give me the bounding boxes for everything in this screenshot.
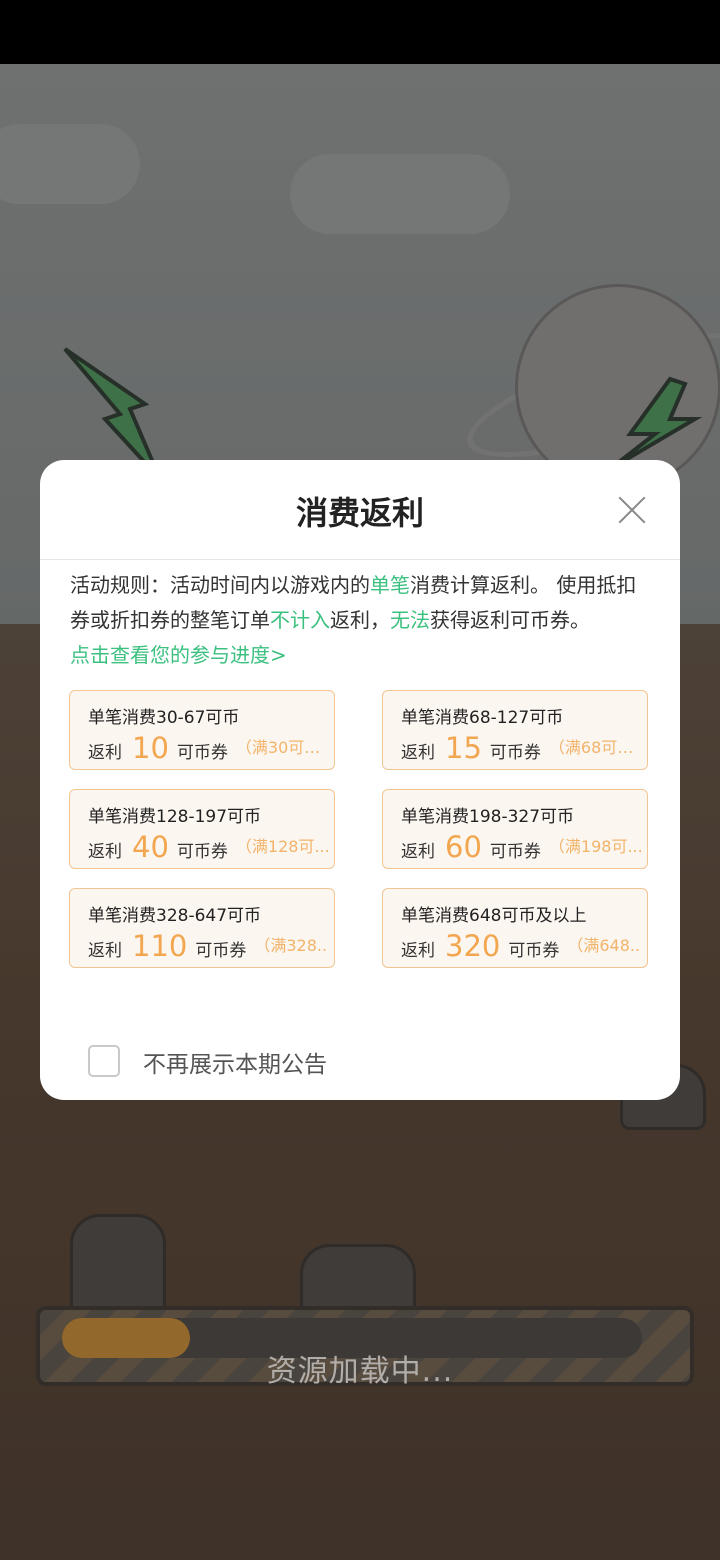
- tier-amount: 60: [445, 830, 482, 864]
- tier-amount: 40: [132, 830, 169, 864]
- tier-unit: 可币券: [195, 941, 247, 961]
- tier-range: 单笔消费328-647可币: [88, 906, 262, 926]
- rebate-dialog: 消费返利 活动规则：活动时间内以游戏内的单笔消费计算返利。 使用抵扣券或折扣券的…: [40, 460, 680, 1100]
- tier-reward: 返利 60 可币券 （满198可...: [401, 830, 641, 864]
- tier-reward: 返利 320 可币券 （满648...: [401, 929, 641, 963]
- tier-unit: 可币券: [176, 743, 228, 763]
- activity-rules: 活动规则：活动时间内以游戏内的单笔消费计算返利。 使用抵扣券或折扣券的整笔订单不…: [70, 568, 652, 638]
- tier-condition: （满128可...: [235, 837, 328, 856]
- tier-range: 单笔消费128-197可币: [88, 807, 262, 827]
- tier-range: 单笔消费198-327可币: [401, 807, 575, 827]
- tier-unit: 可币券: [489, 842, 541, 862]
- tier-condition: （满68可用...: [548, 738, 641, 757]
- view-progress-link[interactable]: 点击查看您的参与进度>: [70, 638, 287, 673]
- close-icon[interactable]: [612, 490, 652, 530]
- tier-condition: （满198可...: [548, 837, 641, 856]
- dialog-header: 消费返利: [40, 460, 680, 560]
- tier-label: 返利: [88, 842, 122, 862]
- dialog-title: 消费返利: [295, 494, 424, 532]
- tier-label: 返利: [401, 743, 435, 763]
- tier-label: 返利: [401, 941, 435, 961]
- tier-reward: 返利 10 可币券 （满30可用...: [88, 731, 328, 765]
- tier-amount: 10: [132, 731, 169, 765]
- dont-show-label[interactable]: 不再展示本期公告: [143, 1045, 327, 1079]
- tier-range: 单笔消费68-127可币: [401, 708, 564, 728]
- tier-condition: （满648...: [567, 936, 641, 955]
- rebate-tier-card: 单笔消费30-67可币 返利 10 可币券 （满30可用...: [69, 690, 335, 770]
- rebate-tier-card: 单笔消费128-197可币 返利 40 可币券 （满128可...: [69, 789, 335, 869]
- tier-reward: 返利 40 可币券 （满128可...: [88, 830, 328, 864]
- tier-range: 单笔消费648可币及以上: [401, 906, 587, 926]
- rebate-tier-card: 单笔消费198-327可币 返利 60 可币券 （满198可...: [382, 789, 648, 869]
- tier-label: 返利: [88, 743, 122, 763]
- tier-amount: 110: [132, 929, 188, 963]
- rules-highlight: 无法: [390, 608, 430, 632]
- tier-reward: 返利 15 可币券 （满68可用...: [401, 731, 641, 765]
- tier-amount: 320: [445, 929, 501, 963]
- tier-reward: 返利 110 可币券 （满328...: [88, 929, 328, 963]
- tier-unit: 可币券: [176, 842, 228, 862]
- tier-condition: （满30可用...: [235, 738, 328, 757]
- tier-label: 返利: [401, 842, 435, 862]
- rules-highlight: 单笔: [370, 573, 410, 597]
- tier-unit: 可币券: [489, 743, 541, 763]
- tier-range: 单笔消费30-67可币: [88, 708, 240, 728]
- tier-label: 返利: [88, 941, 122, 961]
- rules-text: 获得返利可币券。: [430, 608, 590, 632]
- rebate-tier-card: 单笔消费648可币及以上 返利 320 可币券 （满648...: [382, 888, 648, 968]
- tier-condition: （满328...: [254, 936, 328, 955]
- tier-unit: 可币券: [508, 941, 560, 961]
- tier-amount: 15: [445, 731, 482, 765]
- rules-text: 活动规则：活动时间内以游戏内的: [70, 573, 370, 597]
- rebate-tier-card: 单笔消费328-647可币 返利 110 可币券 （满328...: [69, 888, 335, 968]
- dont-show-checkbox[interactable]: [88, 1045, 120, 1077]
- rules-text: 返利，: [330, 608, 390, 632]
- rules-highlight: 不计入: [270, 608, 330, 632]
- rebate-tier-card: 单笔消费68-127可币 返利 15 可币券 （满68可用...: [382, 690, 648, 770]
